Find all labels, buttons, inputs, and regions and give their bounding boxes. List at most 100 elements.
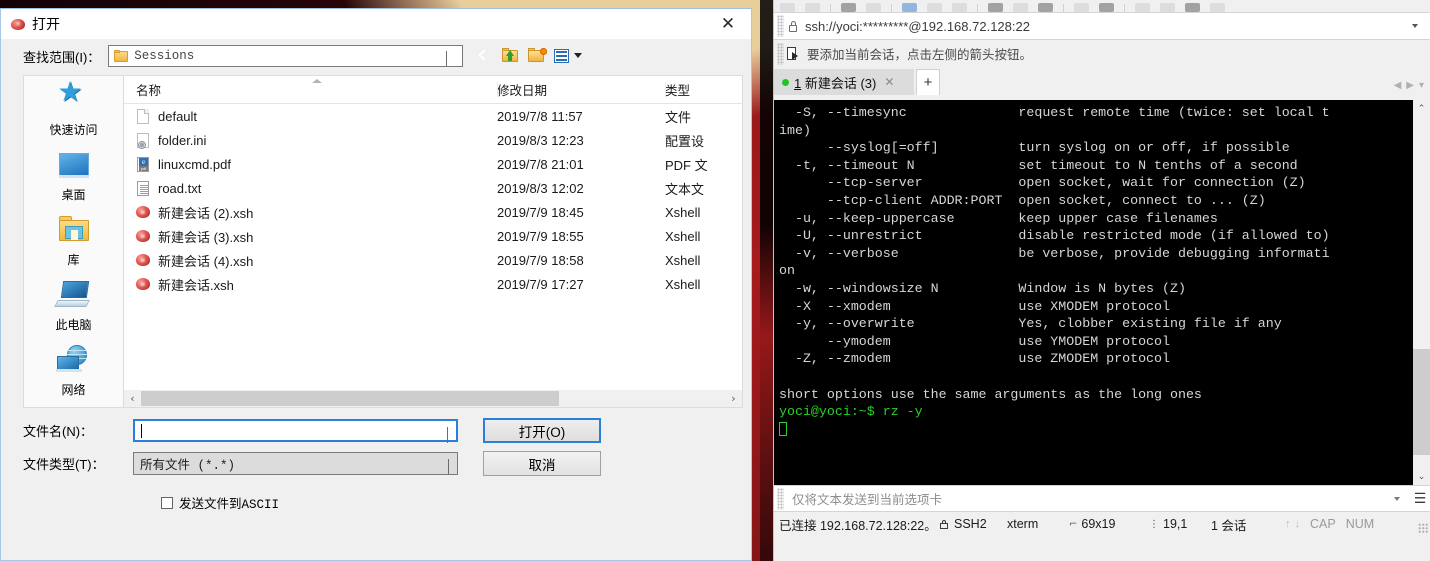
toolbar-new-icon[interactable] [780,3,795,12]
cursor-icon: ⋮ [1149,518,1159,530]
toolbar-copy-icon[interactable] [927,3,942,12]
cancel-button[interactable]: 取消 [483,451,601,476]
tab-scroll-controls[interactable]: ◀ ▶ ▾ [1394,80,1424,91]
scrollbar-track[interactable] [1413,117,1430,468]
tab-scroll-left-icon[interactable]: ◀ [1394,80,1402,91]
open-button[interactable]: 打开(O) [483,418,601,443]
look-in-combobox[interactable]: Sessions [108,45,464,67]
toolbar-quickcmd-icon[interactable] [1185,3,1200,12]
toolbar-fullscreen-icon[interactable] [1210,3,1225,12]
chevron-down-icon[interactable] [447,427,448,443]
ascii-checkbox-row[interactable]: 发送文件到ASCII [23,493,743,512]
place-network[interactable]: 网络 [24,344,123,398]
send-text-input[interactable]: 仅将文本发送到当前选项卡 [787,489,1394,508]
table-row[interactable]: 新建会话 (3).xsh 2019/7/9 18:55 Xshell [124,224,742,248]
scrollbar-track[interactable] [141,390,725,407]
table-row[interactable]: 新建会话 (4).xsh 2019/7/9 18:58 Xshell [124,248,742,272]
drag-handle[interactable] [777,42,784,65]
column-header-name[interactable]: 名称 [124,80,497,103]
filetype-row: 文件类型(T)： 所有文件 (*.*) 取消 [23,451,743,476]
table-row[interactable]: folder.ini 2019/8/3 12:23 配置设 [124,128,742,152]
status-size: ⌐ 69x19 [1069,517,1149,531]
table-row[interactable]: default 2019/7/8 11:57 文件 [124,104,742,128]
add-session-icon[interactable] [787,46,801,61]
blank-document-icon [136,108,151,125]
tab-list-icon[interactable]: ▾ [1419,80,1424,91]
back-button[interactable] [475,46,495,66]
toolbar-disconnect-icon[interactable] [866,3,881,12]
toolbar-compose-icon[interactable] [1038,3,1053,12]
close-icon[interactable]: ✕ [705,9,751,39]
scroll-left-icon[interactable]: ‹ [124,390,141,407]
filename-input[interactable] [133,419,458,443]
toolbar-find-icon[interactable] [988,3,1003,12]
table-row[interactable]: 新建会话 (2).xsh 2019/7/9 18:45 Xshell [124,200,742,224]
toolbar-tunnel-icon[interactable] [1099,3,1114,12]
toolbar-open-icon[interactable] [805,3,820,12]
up-one-level-button[interactable] [501,46,521,66]
filetype-label: 文件类型(T)： [23,457,105,472]
toolbar-highlight-icon[interactable] [1135,3,1150,12]
filetype-select[interactable]: 所有文件 (*.*) [133,452,458,475]
place-desktop[interactable]: 桌面 [24,149,123,203]
ascii-checkbox[interactable] [161,496,173,509]
send-text-bar[interactable]: 仅将文本发送到当前选项卡 ☰ [774,485,1430,512]
column-header-type[interactable]: 类型 [665,80,725,103]
place-this-pc[interactable]: 此电脑 [24,279,123,333]
toolbar-connect-icon[interactable] [841,3,856,12]
text-document-icon [136,180,151,197]
column-header-date[interactable]: 修改日期 [497,80,665,103]
resize-grip[interactable] [1418,523,1428,533]
toolbar-properties-icon[interactable] [1160,3,1175,12]
chevron-down-icon[interactable] [1412,24,1418,28]
new-tab-button[interactable]: + [916,69,940,95]
drag-handle[interactable] [777,487,784,510]
file-name: road.txt [158,180,202,196]
tab-session-1[interactable]: 1 新建会话 (3) ✕ [774,69,914,95]
drag-handle[interactable] [777,15,784,37]
toolbar-transfer-icon[interactable] [902,3,917,12]
file-type: Xshell [665,228,701,244]
tab-title: 新建会话 (3) [801,75,877,91]
tab-scroll-right-icon[interactable]: ▶ [1406,80,1414,91]
config-settings-icon [136,132,151,149]
scroll-down-icon[interactable]: ⌄ [1413,468,1430,485]
terminal-scrollbar[interactable]: ⌃ ⌄ [1412,100,1430,485]
desktop-monitor-icon [54,149,94,183]
session-hint-text: 要添加当前会话，点击左侧的箭头按钮。 [807,48,1033,62]
chevron-down-icon[interactable] [448,459,449,474]
table-row[interactable]: 新建会话.xsh 2019/7/9 17:27 Xshell [124,272,742,296]
sort-ascending-icon [312,79,322,83]
table-row[interactable]: road.txt 2019/8/3 12:02 文本文 [124,176,742,200]
address-bar[interactable]: ssh://yoci:*********@192.168.72.128:22 [774,12,1430,40]
toolbar-log-icon[interactable] [1013,3,1028,12]
file-type: Xshell [665,276,701,292]
chevron-down-icon[interactable] [446,51,455,66]
pdf-document-icon: e pdf [136,156,151,173]
close-icon[interactable]: ✕ [884,75,894,89]
scrollbar-thumb[interactable] [1413,349,1430,455]
table-row[interactable]: e pdf linuxcmd.pdf 2019/7/8 21:01 PDF 文 [124,152,742,176]
place-quick-access[interactable]: 快速访问 [24,78,123,138]
scroll-up-icon[interactable]: ⌃ [1413,100,1430,117]
xshell-window: ssh://yoci:*********@192.168.72.128:22 要… [773,0,1430,561]
toolbar-paste-icon[interactable] [952,3,967,12]
place-label: 快速访问 [49,123,98,137]
scrollbar-thumb[interactable] [141,391,559,406]
scroll-right-icon[interactable]: › [725,390,742,407]
file-date: 2019/7/9 17:27 [497,276,584,292]
chevron-down-icon[interactable] [1394,496,1400,501]
look-in-value: Sessions [134,49,195,63]
file-type: Xshell [665,252,701,268]
place-library[interactable]: 库 [24,214,123,268]
horizontal-scrollbar[interactable]: ‹ › [124,390,742,407]
new-folder-button[interactable] [527,46,548,66]
hamburger-menu-icon[interactable]: ☰ [1410,491,1430,507]
upload-arrow-icon: ↑ [1285,518,1291,530]
view-mode-button[interactable] [553,46,583,66]
toolbar-clock-icon[interactable] [1074,3,1089,12]
status-protocol-value: SSH2 [954,517,987,531]
text-cursor [141,423,142,438]
terminal-screen[interactable]: -S, --timesync request remote time (twic… [774,100,1430,485]
file-date: 2019/7/8 11:57 [497,108,583,124]
